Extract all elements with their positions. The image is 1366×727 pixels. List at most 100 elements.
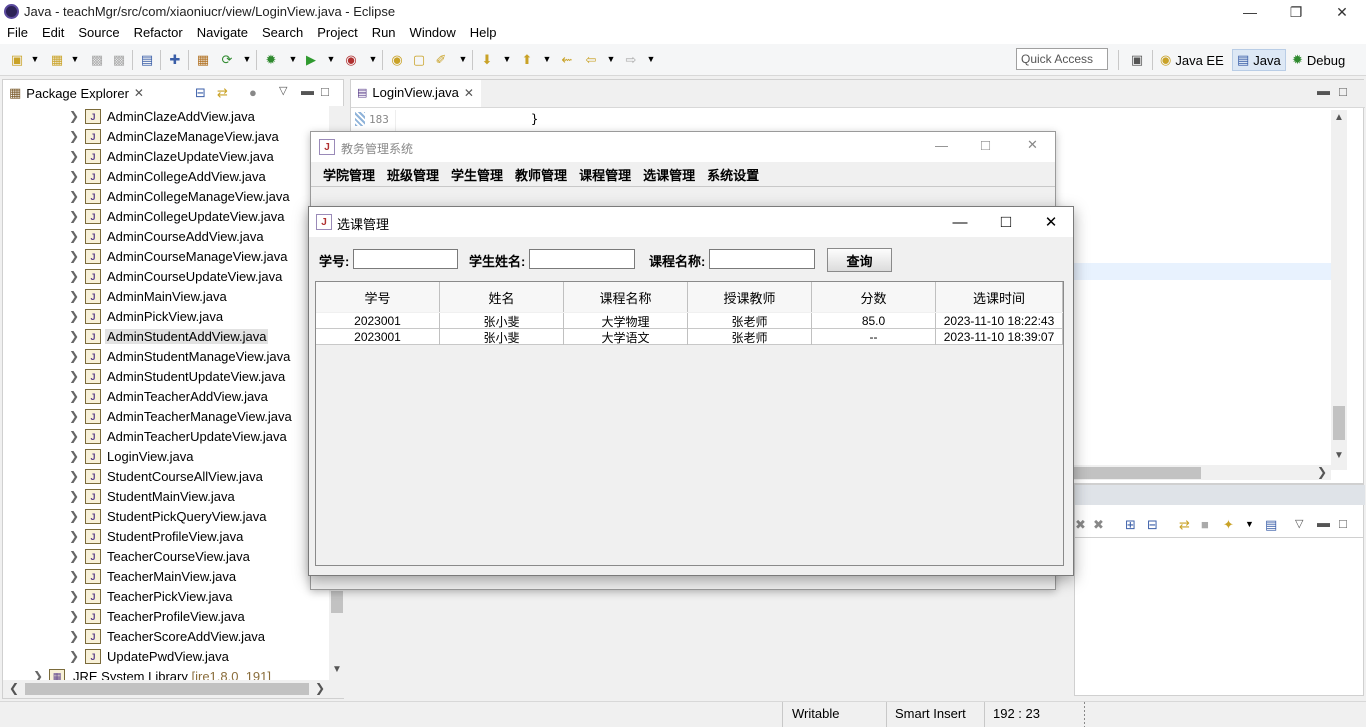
menu-source[interactable]: Source xyxy=(71,24,126,44)
list-item[interactable]: ❯ J StudentCourseAllView.java xyxy=(3,466,329,486)
scroll-thumb[interactable] xyxy=(331,591,343,613)
chevron-right-icon[interactable]: ❯ xyxy=(69,309,79,323)
chevron-right-icon[interactable]: ❯ xyxy=(69,409,79,423)
minimize-button[interactable]: — xyxy=(1227,0,1273,24)
chevron-right-icon[interactable]: ❯ xyxy=(69,269,79,283)
remove-launch-icon[interactable]: ✖ xyxy=(1075,517,1086,533)
query-button[interactable]: 查询 xyxy=(827,248,892,272)
dropdown-icon[interactable]: ▼ xyxy=(66,51,84,67)
open-type-icon[interactable]: ◉ xyxy=(388,51,406,67)
chevron-right-icon[interactable]: ❯ xyxy=(69,209,79,223)
chevron-right-icon[interactable]: ❯ xyxy=(69,389,79,403)
menu-file[interactable]: File xyxy=(0,24,35,44)
chevron-right-icon[interactable]: ❯ xyxy=(69,469,79,483)
menu-refactor[interactable]: Refactor xyxy=(127,24,190,44)
menu-college[interactable]: 学院管理 xyxy=(317,162,381,186)
maximize-view-icon[interactable]: □ xyxy=(321,84,329,99)
list-item[interactable]: ❯ J AdminCourseManageView.java xyxy=(3,246,329,266)
chevron-right-icon[interactable]: ❯ xyxy=(69,249,79,263)
quick-access-input[interactable]: Quick Access xyxy=(1016,48,1108,70)
minimize-button[interactable]: — xyxy=(937,207,983,237)
open-console-icon[interactable]: ▤ xyxy=(1265,517,1277,533)
student-name-input[interactable] xyxy=(529,249,635,269)
menu-edit[interactable]: Edit xyxy=(35,24,71,44)
list-item[interactable]: ❯ J AdminClazeManageView.java xyxy=(3,126,329,146)
dropdown-icon[interactable]: ▼ xyxy=(26,51,44,67)
list-item[interactable]: ❯ J AdminPickView.java xyxy=(3,306,329,326)
last-edit-icon[interactable]: ⇜ xyxy=(558,51,576,67)
list-item[interactable]: ❯ J AdminClazeAddView.java xyxy=(3,106,329,126)
table-row[interactable]: 2023001 张小斐 大学语文 张老师 -- 2023-11-10 18:39:07 xyxy=(316,329,1063,345)
student-id-input[interactable] xyxy=(353,249,458,269)
maximize-editor-icon[interactable]: □ xyxy=(1339,84,1347,99)
chevron-right-icon[interactable]: ❯ xyxy=(69,489,79,503)
link-with-editor-icon[interactable]: ⇄ xyxy=(217,85,228,101)
skip-breakpoints-icon[interactable]: ✚ xyxy=(166,51,184,67)
tab-loginview[interactable]: ▤ LoginView.java ✕ xyxy=(351,80,481,107)
menu-window[interactable]: Window xyxy=(403,24,463,44)
list-item[interactable]: ❯ J UpdatePwdView.java xyxy=(3,646,329,666)
menu-course-selection[interactable]: 选课管理 xyxy=(637,162,701,186)
list-item[interactable]: ❯ J AdminClazeUpdateView.java xyxy=(3,146,329,166)
list-item[interactable]: ❯ J AdminTeacherAddView.java xyxy=(3,386,329,406)
collapse-all-icon[interactable]: ⊟ xyxy=(1147,517,1158,533)
run-icon[interactable]: ▶ xyxy=(302,51,320,67)
stop-icon[interactable]: ■ xyxy=(1201,517,1209,532)
chevron-right-icon[interactable]: ❯ xyxy=(69,289,79,303)
list-item[interactable]: ❯ J AdminCourseAddView.java xyxy=(3,226,329,246)
list-item[interactable]: ❯ J AdminStudentUpdateView.java xyxy=(3,366,329,386)
scroll-right-icon[interactable]: ❯ xyxy=(1317,465,1327,479)
list-item[interactable]: ❯ J AdminTeacherManageView.java xyxy=(3,406,329,426)
list-item[interactable]: ❯ J StudentPickQueryView.java xyxy=(3,506,329,526)
list-item[interactable]: ❯ J AdminCollegeAddView.java xyxy=(3,166,329,186)
editor-horizontal-scrollbar[interactable]: ❯ xyxy=(1071,465,1331,480)
column-header[interactable]: 授课教师 xyxy=(688,282,812,312)
dropdown-icon[interactable]: ▼ xyxy=(1245,519,1254,529)
menu-project[interactable]: Project xyxy=(310,24,364,44)
list-item[interactable]: ❯ J TeacherProfileView.java xyxy=(3,606,329,626)
table-row[interactable]: 2023001 张小斐 大学物理 张老师 85.0 2023-11-10 18:22:43 xyxy=(316,313,1063,329)
list-item-jre[interactable]: ❯ ▦ JRE System Library [jre1.8.0_191] xyxy=(3,666,329,680)
maximize-button[interactable]: □ xyxy=(981,137,990,154)
scroll-left-icon[interactable]: ❮ xyxy=(9,681,19,695)
menu-student[interactable]: 学生管理 xyxy=(445,162,509,186)
minimize-button[interactable]: — xyxy=(935,138,948,153)
close-tab-icon[interactable]: ✕ xyxy=(134,86,144,100)
scroll-right-icon[interactable]: ❯ xyxy=(315,681,325,695)
course-name-input[interactable] xyxy=(709,249,815,269)
dropdown-icon[interactable]: ▼ xyxy=(498,51,516,67)
brush-icon[interactable]: ✐ xyxy=(432,51,450,67)
menu-search[interactable]: Search xyxy=(255,24,310,44)
chevron-right-icon[interactable]: ❯ xyxy=(69,529,79,543)
scroll-down-icon[interactable]: ▼ xyxy=(332,664,342,675)
list-item[interactable]: ❯ J AdminCollegeUpdateView.java xyxy=(3,206,329,226)
dropdown-icon[interactable]: ▼ xyxy=(538,51,556,67)
minimize-editor-icon[interactable]: ▬ xyxy=(1317,83,1330,98)
scroll-down-icon[interactable]: ▼ xyxy=(1334,450,1344,461)
menu-help[interactable]: Help xyxy=(463,24,504,44)
chevron-right-icon[interactable]: ❯ xyxy=(69,109,79,123)
menu-teacher[interactable]: 教师管理 xyxy=(509,162,573,186)
list-item[interactable]: ❯ J AdminStudentAddView.java xyxy=(3,326,329,346)
column-header[interactable]: 课程名称 xyxy=(564,282,688,312)
restore-button[interactable]: ❐ xyxy=(1273,0,1319,24)
scroll-thumb[interactable] xyxy=(1333,406,1345,440)
list-item[interactable]: ❯ J AdminTeacherUpdateView.java xyxy=(3,426,329,446)
list-item[interactable]: ❯ J TeacherCourseView.java xyxy=(3,546,329,566)
forward-icon[interactable]: ⇨ xyxy=(622,51,640,67)
chevron-right-icon[interactable]: ❯ xyxy=(69,629,79,643)
chevron-right-icon[interactable]: ❯ xyxy=(69,369,79,383)
dropdown-icon[interactable]: ▼ xyxy=(454,51,472,67)
list-item[interactable]: ❯ J LoginView.java xyxy=(3,446,329,466)
editor-vertical-scrollbar[interactable]: ▲ ▼ xyxy=(1331,110,1347,470)
chevron-right-icon[interactable]: ❯ xyxy=(69,649,79,663)
dropdown-icon[interactable]: ▼ xyxy=(602,51,620,67)
server-icon[interactable]: ▦ xyxy=(194,51,212,67)
next-annotation-icon[interactable]: ⬇ xyxy=(478,51,496,67)
link-icon[interactable]: ⇄ xyxy=(1179,517,1190,533)
column-header[interactable]: 选课时间 xyxy=(936,282,1063,312)
chevron-right-icon[interactable]: ❯ xyxy=(69,169,79,183)
tab-package-explorer[interactable]: ▦ Package Explorer ✕ xyxy=(3,80,163,106)
dropdown-icon[interactable]: ▼ xyxy=(642,51,660,67)
new-package-icon[interactable]: ▦ xyxy=(48,51,66,67)
